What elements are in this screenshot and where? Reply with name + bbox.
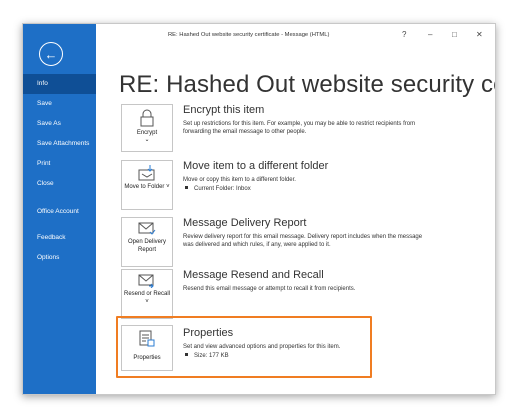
title-bar: RE: Hashed Out website security certific… bbox=[96, 24, 495, 46]
section-title: Message Delivery Report bbox=[183, 217, 307, 229]
page-title: RE: Hashed Out website security certific… bbox=[119, 71, 495, 98]
sidebar-item-office-account[interactable]: Office Account bbox=[23, 204, 96, 228]
sidebar-item-save[interactable]: Save bbox=[23, 94, 96, 114]
backstage-sidebar: ← Info Save Save As Save Attachments Pri… bbox=[23, 24, 96, 394]
encrypt-button-label: Encrypt bbox=[136, 130, 158, 136]
section-description: Set up restrictions for this item. For e… bbox=[183, 121, 416, 135]
help-button[interactable]: ? bbox=[402, 30, 406, 39]
lock-icon bbox=[140, 109, 154, 127]
sidebar-item-save-as[interactable]: Save As bbox=[23, 114, 96, 134]
open-delivery-report-label: Open Delivery Report bbox=[127, 239, 166, 253]
sidebar-item-print[interactable]: Print bbox=[23, 154, 96, 174]
encrypt-button[interactable]: Encrypt ⌄ bbox=[121, 104, 173, 152]
open-delivery-report-button[interactable]: Open Delivery Report bbox=[121, 217, 173, 267]
nav-divider bbox=[23, 194, 96, 204]
section-description: Resend this email message or attempt to … bbox=[183, 286, 356, 292]
sidebar-item-info[interactable]: Info bbox=[23, 74, 96, 94]
section-title: Encrypt this item bbox=[183, 104, 265, 116]
back-arrow-icon[interactable]: ← bbox=[39, 42, 63, 66]
sidebar-item-options[interactable]: Options bbox=[23, 248, 96, 268]
sidebar-item-close[interactable]: Close bbox=[23, 174, 96, 194]
maximize-button[interactable]: □ bbox=[452, 30, 457, 39]
current-folder-text: Current Folder: Inbox bbox=[194, 186, 251, 192]
section-description: Review delivery report for this email me… bbox=[183, 234, 423, 248]
close-button[interactable]: ✕ bbox=[476, 30, 483, 39]
backstage-nav: Info Save Save As Save Attachments Print… bbox=[23, 74, 96, 268]
window-title: RE: Hashed Out website security certific… bbox=[168, 32, 330, 38]
current-folder-info: Current Folder: Inbox bbox=[183, 186, 251, 192]
section-title: Move item to a different folder bbox=[183, 160, 329, 172]
resend-or-recall-button[interactable]: Resend or Recall ˅ bbox=[121, 269, 173, 319]
resend-or-recall-label: Resend or Recall ˅ bbox=[123, 291, 171, 305]
sidebar-item-save-attachments[interactable]: Save Attachments bbox=[23, 134, 96, 154]
envelope-icon bbox=[138, 222, 156, 235]
move-folder-icon bbox=[138, 165, 155, 181]
section-description: Move or copy this item to a different fo… bbox=[183, 177, 296, 183]
envelope-resend-icon bbox=[138, 274, 154, 288]
sidebar-item-feedback[interactable]: Feedback bbox=[23, 228, 96, 248]
properties-highlight-box bbox=[116, 316, 372, 378]
minimize-button[interactable]: – bbox=[428, 30, 432, 39]
move-to-folder-button[interactable]: Move to Folder ˅ bbox=[121, 160, 173, 210]
section-title: Message Resend and Recall bbox=[183, 269, 324, 281]
chevron-down-icon: ⌄ bbox=[144, 137, 150, 143]
move-to-folder-label: Move to Folder ˅ bbox=[124, 184, 170, 190]
